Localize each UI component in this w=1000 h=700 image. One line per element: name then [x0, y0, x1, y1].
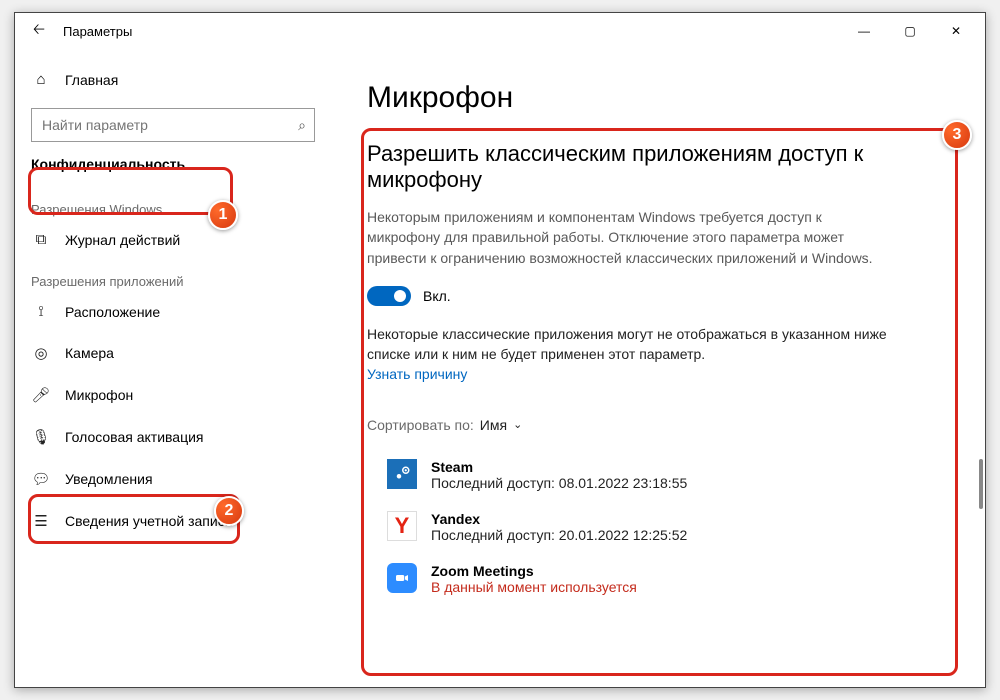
notifications-icon: 💬︎: [31, 470, 51, 488]
sort-value: Имя: [480, 417, 507, 433]
search-box[interactable]: ⌕: [31, 108, 315, 142]
sidebar-item-account[interactable]: ☰ Сведения учетной записи: [15, 500, 331, 542]
sidebar-item-notifications[interactable]: 💬︎ Уведомления: [15, 458, 331, 500]
zoom-icon: [387, 563, 417, 593]
sidebar-home[interactable]: ⌂ Главная: [15, 63, 331, 96]
content-pane: Микрофон Разрешить классическим приложен…: [331, 49, 985, 687]
scrollbar-thumb[interactable]: [979, 459, 983, 509]
account-icon: ☰: [31, 512, 51, 530]
sidebar-item-label: Камера: [65, 345, 114, 361]
minimize-button[interactable]: ―: [841, 15, 887, 47]
maximize-button[interactable]: ▢: [887, 15, 933, 47]
settings-window: 🡠 Параметры ― ▢ ✕ ⌂ Главная ⌕ Конфиденци…: [14, 12, 986, 688]
app-row-steam: Steam Последний доступ: 08.01.2022 23:18…: [367, 449, 949, 501]
sort-dropdown[interactable]: Имя ⌄: [480, 417, 523, 433]
sidebar-item-microphone[interactable]: 🎤︎ Микрофон: [15, 374, 331, 416]
sidebar-item-label: Микрофон: [65, 387, 133, 403]
app-last-access: Последний доступ: 20.01.2022 12:25:52: [431, 527, 687, 543]
app-row-yandex: Y Yandex Последний доступ: 20.01.2022 12…: [367, 501, 949, 553]
toggle-knob: [394, 290, 406, 302]
sort-label: Сортировать по:: [367, 417, 474, 433]
page-title: Микрофон: [367, 81, 949, 115]
sidebar-section-privacy[interactable]: Конфиденциальность: [31, 146, 315, 182]
chevron-down-icon: ⌄: [513, 418, 522, 431]
back-button[interactable]: 🡠: [25, 17, 53, 45]
section-heading: Разрешить классическим приложениям досту…: [367, 141, 887, 193]
sidebar-home-label: Главная: [65, 72, 118, 88]
list-note: Некоторые классические приложения могут …: [367, 324, 887, 385]
close-button[interactable]: ✕: [933, 15, 979, 47]
section-description: Некоторым приложениям и компонентам Wind…: [367, 207, 877, 268]
toggle-state-label: Вкл.: [423, 288, 451, 304]
desktop-apps-toggle[interactable]: [367, 286, 411, 306]
app-name: Steam: [431, 459, 687, 475]
list-note-text: Некоторые классические приложения могут …: [367, 326, 887, 362]
sidebar: ⌂ Главная ⌕ Конфиденциальность Разрешени…: [15, 49, 331, 687]
sidebar-item-label: Голосовая активация: [65, 429, 204, 445]
app-in-use: В данный момент используется: [431, 579, 637, 595]
sidebar-item-voice[interactable]: 🎙︎ Голосовая активация: [15, 416, 331, 458]
microphone-icon: 🎤︎: [31, 386, 51, 404]
sidebar-item-label: Журнал действий: [65, 232, 180, 248]
window-title: Параметры: [63, 24, 132, 39]
sidebar-item-camera[interactable]: ◎ Камера: [15, 332, 331, 374]
app-name: Yandex: [431, 511, 687, 527]
search-icon: ⌕: [298, 117, 306, 134]
voice-icon: 🎙︎: [31, 428, 51, 446]
desktop-apps-toggle-row: Вкл.: [367, 286, 949, 306]
sidebar-group-apps: Разрешения приложений: [15, 260, 331, 291]
app-name: Zoom Meetings: [431, 563, 637, 579]
sidebar-item-activity[interactable]: ⧉ Журнал действий: [15, 219, 331, 260]
sidebar-item-label: Сведения учетной записи: [65, 513, 233, 529]
sidebar-item-location[interactable]: ⟟ Расположение: [15, 291, 331, 332]
location-icon: ⟟: [31, 303, 51, 320]
sidebar-group-windows: Разрешения Windows: [15, 188, 331, 219]
sort-row: Сортировать по: Имя ⌄: [367, 417, 949, 433]
search-input[interactable]: [42, 117, 298, 133]
sidebar-item-label: Расположение: [65, 304, 160, 320]
camera-icon: ◎: [31, 344, 51, 362]
sidebar-item-label: Уведомления: [65, 471, 153, 487]
home-icon: ⌂: [31, 71, 51, 88]
app-last-access: Последний доступ: 08.01.2022 23:18:55: [431, 475, 687, 491]
steam-icon: [387, 459, 417, 489]
yandex-icon: Y: [387, 511, 417, 541]
titlebar: 🡠 Параметры ― ▢ ✕: [15, 13, 985, 49]
activity-icon: ⧉: [31, 231, 51, 248]
learn-more-link[interactable]: Узнать причину: [367, 366, 467, 382]
app-row-zoom: Zoom Meetings В данный момент использует…: [367, 553, 949, 605]
